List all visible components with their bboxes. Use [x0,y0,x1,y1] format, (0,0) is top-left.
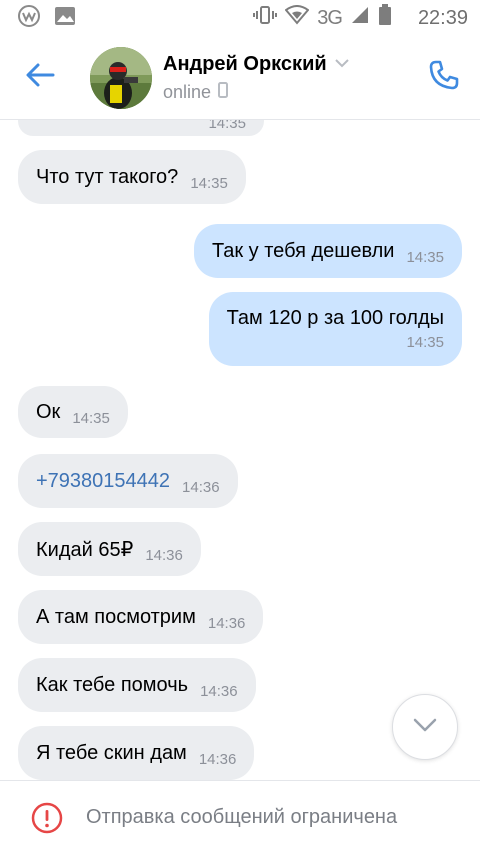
restricted-message: Отправка сообщений ограничена [86,806,398,828]
message-text: Что тут такого? [36,165,179,188]
contact-name: Андрей Оркский [163,52,327,75]
message-bubble[interactable]: Я тебе скин дам 14:36 [18,726,255,780]
battery-icon [378,4,392,32]
message-text: Ок [36,400,61,423]
back-button[interactable] [0,36,80,120]
phone-icon [428,59,460,96]
mobile-device-icon [218,81,229,103]
chat-header: Андрей Оркский online [0,36,480,120]
message-bubble[interactable]: +79380154442 14:36 [18,454,238,508]
message-list[interactable]: 14:35 Что тут такого? 14:35 Так у тебя д… [0,120,480,780]
contact-info[interactable]: Андрей Оркский online [163,53,349,103]
message-time: 14:35 [406,334,444,351]
error-circle-icon [30,801,64,835]
message-text: Там 120 р за 100 голды [226,307,444,329]
clock: 22:39 [417,6,468,29]
network-type: 3G [317,6,343,29]
message-time: 14:35 [208,120,246,132]
message-time: 14:35 [72,409,110,427]
message-bubble-clipped[interactable]: 14:35 [18,120,264,136]
arrow-left-icon [25,62,55,93]
image-notification-icon [54,6,76,31]
signal-icon [350,5,370,31]
message-time: 14:36 [207,614,246,632]
messaging-restricted-bar: Отправка сообщений ограничена [0,780,480,854]
message-text: Как тебе помочь [36,673,189,696]
contact-status: online [163,81,212,102]
avatar[interactable] [90,46,152,109]
message-time: 14:36 [145,546,183,564]
message-time: 14:35 [190,174,228,192]
scroll-to-bottom-button[interactable] [392,694,458,760]
message-bubble-outgoing[interactable]: Так у тебя дешевли 14:35 [193,224,462,278]
wifi-icon [284,5,310,31]
message-text: А там посмотрим [36,605,196,628]
call-button[interactable] [408,36,480,120]
message-bubble-outgoing[interactable]: Там 120 р за 100 голды 14:35 [208,292,462,366]
message-bubble[interactable]: Как тебе помочь 14:36 [18,658,256,712]
message-time: 14:36 [200,682,238,700]
message-bubble[interactable]: Ок 14:35 [18,386,128,438]
chevron-down-icon [334,55,349,73]
message-bubble[interactable]: Кидай 65₽ 14:36 [18,522,201,576]
app-notification-icon [18,4,40,32]
message-time: 14:35 [406,248,444,266]
message-text: Так у тебя дешевли [211,239,395,262]
message-time: 14:36 [182,478,220,496]
status-bar: 3G 22:39 [0,0,480,36]
message-text: Кидай 65₽ [36,538,134,561]
message-time: 14:36 [198,750,237,768]
message-bubble[interactable]: А там посмотрим 14:36 [18,590,264,644]
chevron-down-icon [413,718,437,737]
message-bubble[interactable]: Что тут такого? 14:35 [18,150,246,204]
message-text: Я тебе скин дам [36,741,187,764]
phone-number-link[interactable]: +79380154442 [36,470,170,493]
vibrate-icon [253,5,278,31]
